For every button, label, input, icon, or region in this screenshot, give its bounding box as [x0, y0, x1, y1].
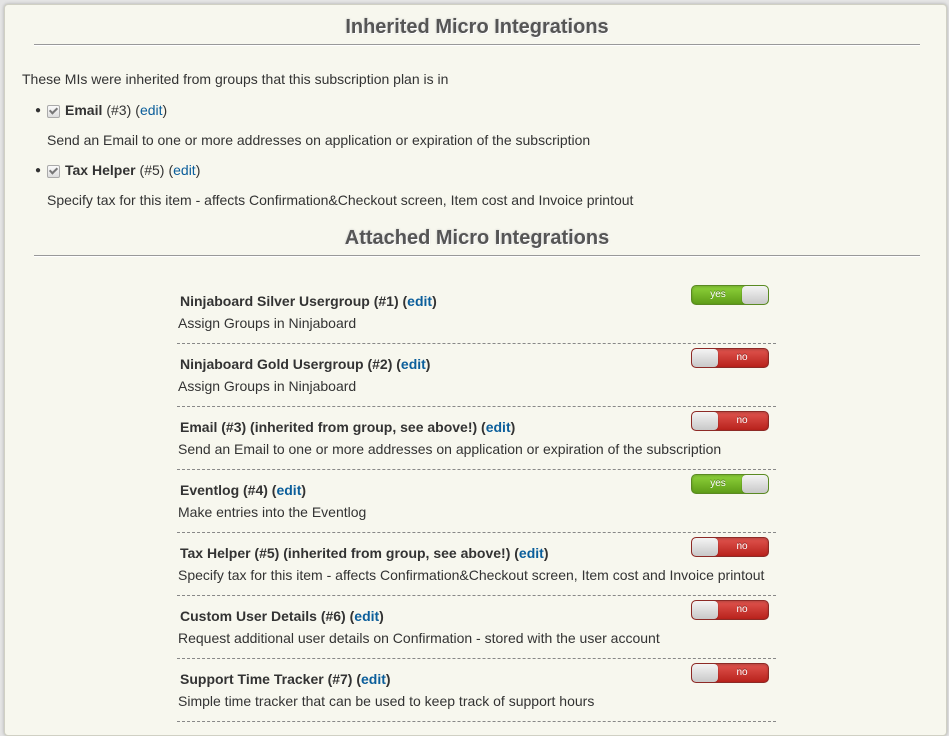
attached-mi-edit-link[interactable]: edit — [486, 419, 511, 435]
toggle-knob — [692, 349, 718, 367]
attached-mi-title-text: Support Time Tracker (#7) ( — [180, 671, 362, 687]
inherited-checkbox-tax-helper[interactable] — [47, 164, 60, 178]
attached-mi-edit-link[interactable]: edit — [401, 356, 426, 372]
inherited-item-id: (#5) — [139, 162, 165, 178]
attached-mi-edit-link[interactable]: edit — [407, 293, 432, 309]
paren-close: ) — [195, 162, 201, 178]
inherited-item-tax-helper: ● Tax Helper (#5) (edit) — [35, 160, 200, 180]
inherited-edit-link-email[interactable]: edit — [140, 102, 163, 118]
inherited-item-description: Specify tax for this item - affects Conf… — [47, 192, 634, 208]
attached-mi-edit-link[interactable]: edit — [354, 608, 379, 624]
paren-close: ) — [301, 482, 307, 498]
attached-mi-title: Eventlog (#4) (edit) — [180, 482, 306, 498]
inherited-item-name: Tax Helper — [65, 162, 136, 178]
toggle-knob — [692, 601, 718, 619]
attached-mi-description: Specify tax for this item - affects Conf… — [178, 567, 765, 583]
toggle-knob — [692, 538, 718, 556]
inherited-section-title: Inherited Micro Integrations — [345, 16, 609, 38]
attached-mi-title-text: Ninjaboard Silver Usergroup (#1) ( — [180, 293, 408, 309]
inherited-item-id: (#3) — [106, 102, 132, 118]
attached-mi-row: Ninjaboard Gold Usergroup (#2) (edit) As… — [177, 344, 776, 407]
attached-mi-description: Send an Email to one or more addresses o… — [178, 441, 722, 457]
attached-mi-title: Support Time Tracker (#7) (edit) — [180, 671, 391, 687]
toggle-knob — [692, 664, 718, 682]
attached-mi-description: Request additional user details on Confi… — [178, 630, 660, 646]
toggle-label: no — [736, 352, 748, 363]
attached-mi-title-text: Tax Helper (#5) (inherited from group, s… — [180, 545, 519, 561]
attached-title-rule — [34, 255, 920, 257]
paren-close: ) — [379, 608, 384, 624]
mi-settings-panel: Inherited Micro Integrations These MIs w… — [4, 4, 947, 736]
attached-mi-edit-link[interactable]: edit — [519, 545, 544, 561]
toggle-label: no — [736, 415, 748, 426]
attached-mi-title-text: Ninjaboard Gold Usergroup (#2) ( — [180, 356, 401, 372]
toggle-knob — [742, 475, 768, 493]
attached-mi-toggle[interactable]: no — [691, 600, 769, 620]
attached-mi-description: Simple time tracker that can be used to … — [178, 693, 595, 709]
inherited-item-email: ● Email (#3) (edit) — [35, 100, 167, 120]
inherited-title-rule — [34, 44, 920, 46]
attached-mi-title: Ninjaboard Silver Usergroup (#1) (edit) — [180, 293, 437, 309]
paren-close: ) — [543, 545, 549, 561]
attached-mi-title: Ninjaboard Gold Usergroup (#2) (edit) — [180, 356, 430, 372]
inherited-intro-text: These MIs were inherited from groups tha… — [22, 71, 449, 87]
attached-mi-row: Support Time Tracker (#7) (edit) Simple … — [177, 659, 776, 722]
paren-close: ) — [385, 671, 391, 687]
toggle-knob — [692, 412, 718, 430]
bullet: ● — [35, 164, 42, 176]
toggle-label: no — [736, 667, 748, 678]
attached-mi-title-text: Email (#3) (inherited from group, see ab… — [180, 419, 486, 435]
attached-mi-toggle[interactable]: yes — [691, 285, 769, 305]
attached-mi-row: Tax Helper (#5) (inherited from group, s… — [177, 533, 776, 596]
inherited-edit-link-tax-helper[interactable]: edit — [173, 162, 196, 178]
attached-mi-toggle[interactable]: yes — [691, 474, 769, 494]
paren-close: ) — [510, 419, 516, 435]
paren-close: ) — [432, 293, 437, 309]
inherited-item-name: Email — [65, 102, 103, 118]
inherited-item-description: Send an Email to one or more addresses o… — [47, 132, 591, 148]
attached-mi-toggle[interactable]: no — [691, 348, 769, 368]
attached-mi-description: Assign Groups in Ninjaboard — [178, 315, 357, 331]
attached-mi-toggle[interactable]: no — [691, 537, 769, 557]
attached-mi-description: Make entries into the Eventlog — [178, 504, 367, 520]
toggle-label: yes — [710, 289, 726, 300]
toggle-label: yes — [710, 478, 726, 489]
attached-section-title: Attached Micro Integrations — [344, 227, 610, 249]
paren-close: ) — [425, 356, 431, 372]
attached-mi-description: Assign Groups in Ninjaboard — [178, 378, 357, 394]
attached-mi-toggle[interactable]: no — [691, 411, 769, 431]
attached-mi-title-text: Eventlog (#4) ( — [180, 482, 277, 498]
inherited-checkbox-email[interactable] — [47, 104, 60, 118]
attached-mi-row: Eventlog (#4) (edit) Make entries into t… — [177, 470, 776, 533]
attached-mi-row: Ninjaboard Silver Usergroup (#1) (edit) … — [177, 281, 776, 344]
attached-mi-title: Tax Helper (#5) (inherited from group, s… — [180, 545, 548, 561]
toggle-label: no — [736, 604, 748, 615]
toggle-label: no — [736, 541, 748, 552]
attached-mi-row: Email (#3) (inherited from group, see ab… — [177, 407, 776, 470]
attached-mi-title: Email (#3) (inherited from group, see ab… — [180, 419, 515, 435]
attached-mi-row: Custom User Details (#6) (edit) Request … — [177, 596, 776, 659]
attached-mi-edit-link[interactable]: edit — [276, 482, 301, 498]
attached-mi-toggle[interactable]: no — [691, 663, 769, 683]
toggle-knob — [742, 286, 768, 304]
attached-mi-title: Custom User Details (#6) (edit) — [180, 608, 384, 624]
attached-mi-title-text: Custom User Details (#6) ( — [180, 608, 355, 624]
bullet: ● — [35, 104, 42, 116]
attached-mi-edit-link[interactable]: edit — [361, 671, 386, 687]
paren-close: ) — [162, 102, 168, 118]
